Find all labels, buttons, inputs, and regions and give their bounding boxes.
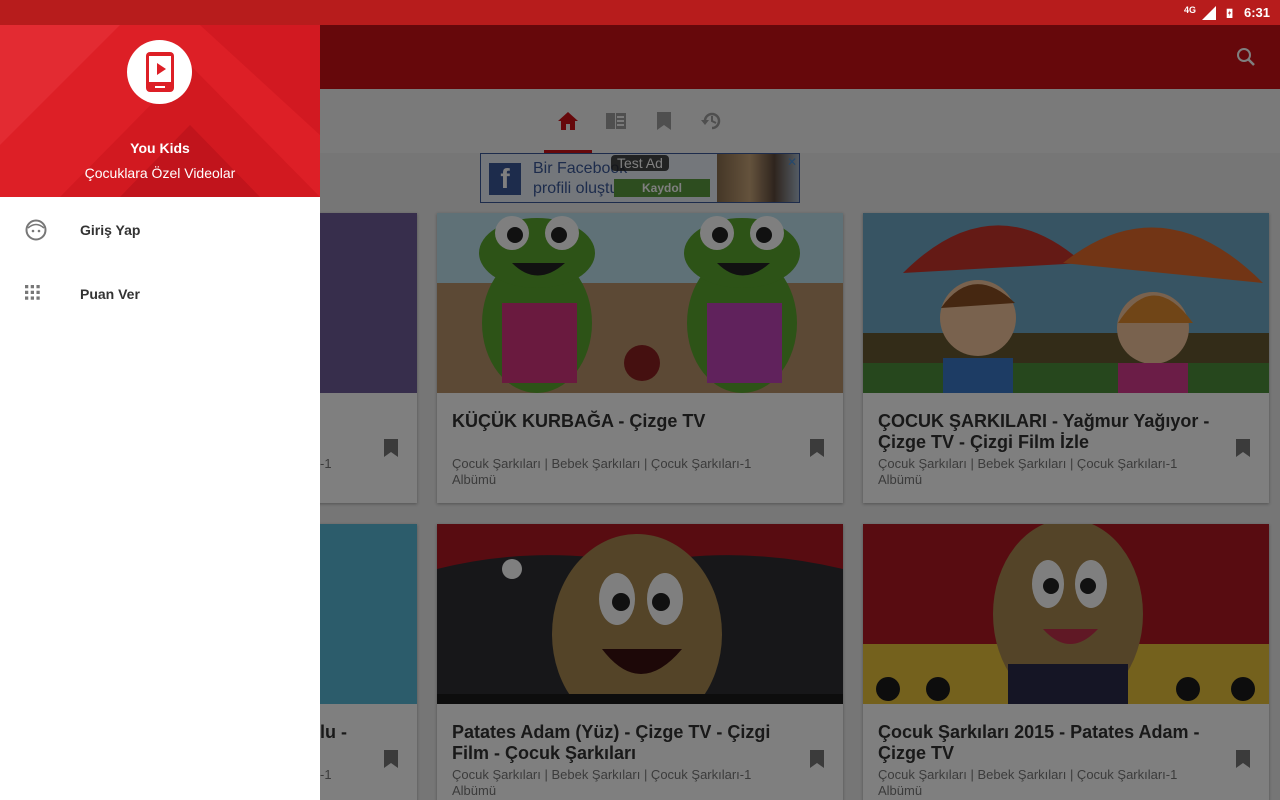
battery-charging-icon	[1226, 8, 1233, 18]
menu-item-label: Puan Ver	[80, 286, 140, 302]
drawer-header: You Kids Çocuklara Özel Videolar	[0, 25, 320, 197]
face-icon	[25, 219, 47, 241]
menu-item-label: Giriş Yap	[80, 222, 141, 238]
signal-icon	[1201, 5, 1216, 20]
app-name: You Kids	[130, 140, 190, 156]
app-tagline: Çocuklara Özel Videolar	[84, 165, 236, 181]
navigation-drawer: You Kids Çocuklara Özel Videolar Giriş Y…	[0, 25, 320, 800]
app-logo-icon	[127, 40, 192, 104]
menu-item-login[interactable]: Giriş Yap	[0, 202, 320, 258]
apps-grid-icon	[25, 285, 40, 300]
network-label: 4G	[1183, 4, 1196, 15]
clock-time: 6:31	[1243, 5, 1270, 20]
status-bar: 4G 6:31	[0, 0, 1280, 25]
menu-item-rate[interactable]: Puan Ver	[0, 266, 320, 322]
